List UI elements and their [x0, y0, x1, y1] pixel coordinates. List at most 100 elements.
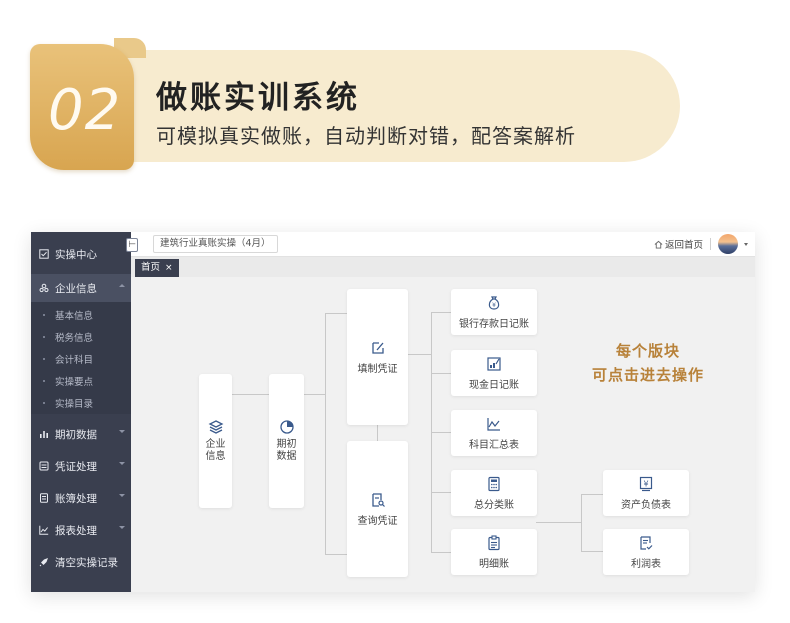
flow-node-general-ledger[interactable]: 总分类账 [451, 470, 537, 516]
sidebar-item-label: 报表处理 [55, 524, 97, 537]
feature-banner: 02 做账实训系统 可模拟真实做账，自动判断对错，配答案解析 [0, 0, 790, 200]
checked-document-icon [640, 535, 653, 550]
sidebar-subitem-catalog[interactable]: 实操目录 [31, 392, 131, 414]
chevron-down-icon [119, 462, 125, 465]
breadcrumb[interactable]: 建筑行业真账实操（4月） [153, 235, 278, 253]
connector [581, 494, 603, 495]
sidebar-subitem-label: 基本信息 [55, 311, 94, 322]
chevron-up-icon [119, 284, 125, 287]
bullet-icon [43, 358, 45, 360]
flow-node-subject-summary[interactable]: 科目汇总表 [451, 410, 537, 456]
calculator-icon [488, 476, 500, 491]
group-icon [39, 283, 49, 293]
chevron-down-icon[interactable] [744, 243, 748, 246]
flow-node-label: 科目汇总表 [469, 439, 519, 451]
flow-node-label: 现金日记账 [469, 379, 519, 391]
flow-node-label: 企业信息 [205, 439, 226, 462]
sidebar-item-clear-records[interactable]: 清空实操记录 [31, 548, 131, 576]
money-bag-icon: ¥ [488, 295, 500, 310]
checklist-icon [39, 249, 49, 259]
cash-report-icon [487, 356, 501, 371]
yuan-document-icon: ¥ [639, 476, 653, 491]
flow-node-bank-journal[interactable]: ¥ 银行存款日记账 [451, 289, 537, 335]
clipboard-icon [488, 534, 500, 550]
chevron-down-icon [119, 526, 125, 529]
banner-subtitle: 可模拟真实做账，自动判断对错，配答案解析 [156, 124, 576, 148]
flow-canvas: 企业信息 期初数据 填制凭证 查询凭证 ¥ 银行存款日记账 现金日记账 科目汇总… [131, 277, 755, 592]
sidebar-item-voucher[interactable]: 凭证处理 [31, 452, 131, 480]
svg-text:¥: ¥ [643, 479, 648, 488]
sidebar-subitem-key-points[interactable]: 实操要点 [31, 370, 131, 392]
sidebar-subitem-label: 税务信息 [55, 333, 94, 344]
flow-node-balance-sheet[interactable]: ¥ 资产负债表 [603, 470, 689, 516]
promo-line: 每个版块 [615, 342, 680, 360]
flow-node-label: 明细账 [479, 558, 509, 570]
tab-bar: 首页 × [131, 257, 755, 277]
sidebar-item-company-info[interactable]: 企业信息 [31, 274, 131, 302]
tab-home[interactable]: 首页 × [135, 259, 179, 277]
sidebar-item-label: 账簿处理 [55, 492, 97, 505]
connector [431, 312, 451, 313]
flow-node-label: 填制凭证 [357, 363, 398, 375]
sidebar-item-label: 凭证处理 [55, 460, 97, 473]
connector [536, 522, 581, 523]
chevron-down-icon [119, 430, 125, 433]
promo-text: 每个版块 可点击进去操作 [563, 339, 733, 387]
flow-node-label: 资产负债表 [621, 499, 671, 511]
connector [431, 552, 451, 553]
close-icon[interactable]: × [165, 263, 173, 273]
connector [431, 373, 451, 374]
flow-node-opening-data[interactable]: 期初数据 [269, 374, 304, 508]
connector [581, 551, 603, 552]
avatar[interactable] [718, 234, 738, 254]
bullet-icon [43, 380, 45, 382]
bullet-icon [43, 314, 45, 316]
voucher-icon [39, 461, 49, 471]
home-link[interactable]: 返回首页 [654, 237, 703, 251]
chevron-down-icon [119, 494, 125, 497]
sidebar-item-ledger[interactable]: 账簿处理 [31, 484, 131, 512]
top-bar: 建筑行业真账实操（4月） 返回首页 [131, 232, 755, 257]
search-document-icon [371, 492, 385, 507]
sidebar-item-reports[interactable]: 报表处理 [31, 516, 131, 544]
flow-node-cash-journal[interactable]: 现金日记账 [451, 350, 537, 396]
sidebar-item-label: 企业信息 [55, 282, 97, 295]
sidebar-subitem-label: 实操目录 [55, 399, 94, 410]
connector [431, 432, 451, 433]
connector [431, 492, 451, 493]
sidebar-subitem-basic-info[interactable]: 基本信息 [31, 304, 131, 326]
flow-node-company-info[interactable]: 企业信息 [199, 374, 232, 508]
sidebar-subitem-tax-info[interactable]: 税务信息 [31, 326, 131, 348]
sidebar-item-label: 实操中心 [55, 248, 97, 261]
sidebar: 实操中心 企业信息 基本信息 税务信息 会计科目 实操要点 实操目录 期初数据 … [31, 232, 131, 592]
app-window: 实操中心 企业信息 基本信息 税务信息 会计科目 实操要点 实操目录 期初数据 … [31, 232, 755, 592]
connector [325, 554, 347, 555]
promo-line: 可点击进去操作 [591, 366, 704, 384]
layers-icon [208, 420, 223, 434]
sidebar-item-practice-center[interactable]: 实操中心 [31, 240, 131, 268]
flow-node-income-statement[interactable]: 利润表 [603, 529, 689, 575]
sidebar-item-opening-data[interactable]: 期初数据 [31, 420, 131, 448]
bullet-icon [43, 402, 45, 404]
home-icon [654, 240, 663, 249]
connector [377, 425, 378, 441]
connector [325, 313, 326, 554]
rocket-icon [39, 558, 48, 567]
trend-chart-icon [487, 417, 500, 431]
flow-node-label: 银行存款日记账 [459, 318, 529, 330]
divider [710, 238, 711, 250]
flow-node-label: 查询凭证 [357, 515, 398, 527]
flow-node-detail-ledger[interactable]: 明细账 [451, 529, 537, 575]
edit-icon [371, 341, 384, 354]
connector [408, 354, 431, 355]
sidebar-collapse-button[interactable]: ⊢ [126, 238, 138, 252]
bar-chart-icon [40, 431, 48, 438]
ledger-icon [40, 493, 48, 503]
sidebar-subitem-label: 会计科目 [55, 355, 94, 366]
sidebar-subitem-accounts[interactable]: 会计科目 [31, 348, 131, 370]
line-chart-icon [39, 525, 49, 535]
flow-node-fill-voucher[interactable]: 填制凭证 [347, 289, 408, 425]
flow-node-query-voucher[interactable]: 查询凭证 [347, 441, 408, 577]
tab-label: 首页 [141, 262, 161, 273]
connector [581, 494, 582, 551]
